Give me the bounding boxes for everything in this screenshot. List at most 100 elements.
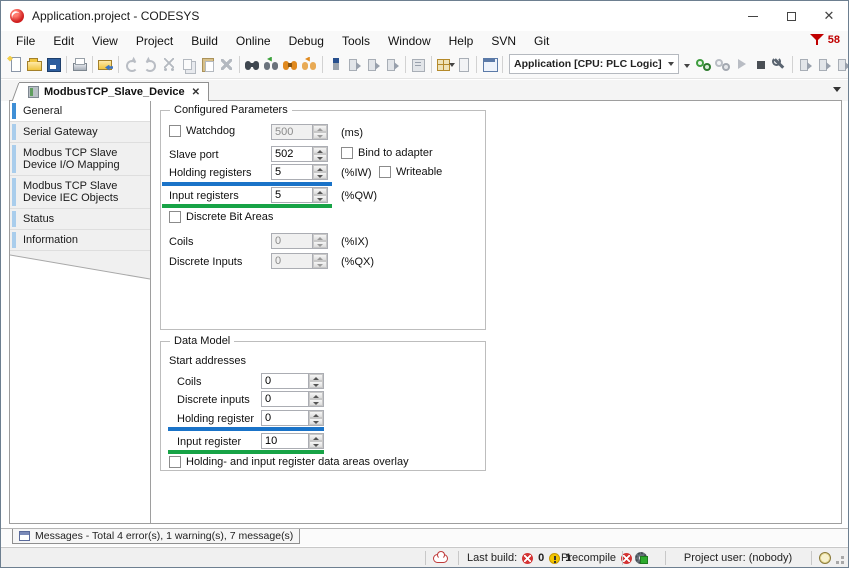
- stop-icon[interactable]: [752, 56, 769, 73]
- resize-grip[interactable]: [841, 561, 844, 564]
- messages-tab[interactable]: Messages - Total 4 error(s), 1 warning(s…: [12, 529, 300, 544]
- save-icon[interactable]: [45, 56, 62, 73]
- coils-input: [272, 234, 312, 248]
- find-replace-icon[interactable]: [263, 56, 280, 73]
- input-registers-input[interactable]: [272, 188, 312, 202]
- dm-discrete-inputs-label: Discrete inputs: [177, 394, 250, 406]
- sidebar-item-serial-gateway[interactable]: Serial Gateway: [10, 122, 150, 143]
- dm-holding-register-input[interactable]: [262, 411, 308, 425]
- step-over-icon[interactable]: [797, 56, 814, 73]
- menu-online[interactable]: Online: [227, 31, 280, 51]
- new-project-icon[interactable]: [7, 56, 24, 73]
- bind-to-adapter-checkbox[interactable]: [341, 147, 353, 159]
- watchdog-checkbox[interactable]: [169, 125, 181, 137]
- menu-window[interactable]: Window: [379, 31, 440, 51]
- status-bar: Last build: 0 1 Precompile Project user:…: [1, 547, 848, 568]
- sidebar-item-general[interactable]: General: [10, 101, 150, 122]
- login-icon[interactable]: [695, 56, 712, 73]
- dm-coils-spinner[interactable]: [308, 374, 323, 388]
- delete-icon[interactable]: [218, 56, 235, 73]
- menu-svn[interactable]: SVN: [482, 31, 525, 51]
- build-dropdown-icon[interactable]: [436, 56, 453, 73]
- dm-coils-field: [261, 373, 324, 389]
- badge-count: 58: [828, 34, 840, 46]
- watchdog-unit: (ms): [341, 127, 363, 139]
- edit-mode-status: [635, 548, 647, 568]
- dm-input-register-spinner[interactable]: [308, 434, 323, 448]
- logout-icon[interactable]: [714, 56, 731, 73]
- clear-bookmarks-icon[interactable]: [384, 56, 401, 73]
- menu-debug[interactable]: Debug: [280, 31, 333, 51]
- export-icon[interactable]: [410, 56, 427, 73]
- menu-edit[interactable]: Edit: [44, 31, 83, 51]
- tab-modbustcp-slave-device[interactable]: ModbusTCP_Slave_Device ✕: [19, 82, 209, 101]
- sidebar-item-io-mapping[interactable]: Modbus TCP Slave Device I/O Mapping: [10, 143, 150, 176]
- dm-holding-register-spinner[interactable]: [308, 411, 323, 425]
- minimize-button[interactable]: [734, 1, 772, 31]
- menu-view[interactable]: View: [83, 31, 127, 51]
- tab-list-dropdown-icon[interactable]: [833, 87, 841, 96]
- dm-input-register-field: [261, 433, 324, 449]
- slave-port-spinner[interactable]: [312, 147, 327, 161]
- input-registers-spinner[interactable]: [312, 188, 327, 202]
- cut-icon[interactable]: [161, 56, 178, 73]
- redo-icon[interactable]: [142, 56, 159, 73]
- menu-tools[interactable]: Tools: [333, 31, 379, 51]
- slave-port-input[interactable]: [272, 147, 312, 161]
- tab-close-icon[interactable]: ✕: [192, 87, 200, 98]
- menu-build[interactable]: Build: [182, 31, 227, 51]
- bookmark-icon[interactable]: [327, 56, 344, 73]
- previous-bookmark-icon[interactable]: [346, 56, 363, 73]
- sidebar-item-status[interactable]: Status: [10, 209, 150, 230]
- start-addresses-label: Start addresses: [169, 355, 246, 367]
- menu-bar: File Edit View Project Build Online Debu…: [1, 31, 848, 50]
- start-icon[interactable]: [733, 56, 750, 73]
- copy-project-icon[interactable]: [97, 56, 114, 73]
- undo-icon[interactable]: [123, 56, 140, 73]
- paste-icon[interactable]: [199, 56, 216, 73]
- menu-help[interactable]: Help: [440, 31, 483, 51]
- chevron-down-icon: [668, 62, 674, 69]
- close-button[interactable]: ✕: [810, 1, 848, 31]
- discrete-bit-areas-checkbox[interactable]: [169, 211, 181, 223]
- globe-icon: [819, 552, 831, 564]
- combo-dropdown-icon[interactable]: [684, 64, 690, 71]
- dm-input-register-input[interactable]: [262, 434, 308, 448]
- sidebar-item-iec-objects[interactable]: Modbus TCP Slave Device IEC Objects: [10, 176, 150, 209]
- replace-in-project-icon[interactable]: [301, 56, 318, 73]
- batch-commands-icon[interactable]: [481, 56, 498, 73]
- sidebar-item-information[interactable]: Information: [10, 230, 150, 251]
- input-registers-field: [271, 187, 328, 203]
- overlay-checkbox[interactable]: [169, 456, 181, 468]
- menu-project[interactable]: Project: [127, 31, 182, 51]
- dm-discrete-inputs-spinner[interactable]: [308, 392, 323, 406]
- find-icon[interactable]: [244, 56, 261, 73]
- last-build-label: Last build:: [467, 552, 517, 564]
- gear-icon: [635, 552, 647, 564]
- project-user-status: Project user: (nobody): [665, 548, 811, 568]
- holding-registers-spinner[interactable]: [312, 165, 327, 179]
- next-bookmark-icon[interactable]: [365, 56, 382, 73]
- dm-coils-input[interactable]: [262, 374, 308, 388]
- step-into-icon[interactable]: [816, 56, 833, 73]
- menu-file[interactable]: File: [7, 31, 44, 51]
- print-icon[interactable]: [71, 56, 88, 73]
- dm-discrete-inputs-input[interactable]: [262, 392, 308, 406]
- open-project-icon[interactable]: [26, 56, 43, 73]
- maximize-button[interactable]: [772, 1, 810, 31]
- online-config-icon[interactable]: [771, 56, 788, 73]
- step-out-icon[interactable]: [835, 56, 849, 73]
- coils-label: Coils: [169, 236, 193, 248]
- menu-git[interactable]: Git: [525, 31, 558, 51]
- notification-badge[interactable]: 58: [810, 33, 840, 46]
- find-in-project-icon[interactable]: [282, 56, 299, 73]
- dm-holding-register-label: Holding register: [177, 413, 254, 425]
- copy-icon[interactable]: [180, 56, 197, 73]
- holding-registers-field: [271, 164, 328, 180]
- active-application-combo[interactable]: Application [CPU: PLC Logic]: [509, 54, 679, 74]
- writeable-checkbox[interactable]: [379, 166, 391, 178]
- holding-registers-input[interactable]: [272, 165, 312, 179]
- clean-icon[interactable]: [455, 56, 472, 73]
- error-count: 0: [538, 552, 544, 564]
- codesys-logo-icon: [10, 9, 24, 23]
